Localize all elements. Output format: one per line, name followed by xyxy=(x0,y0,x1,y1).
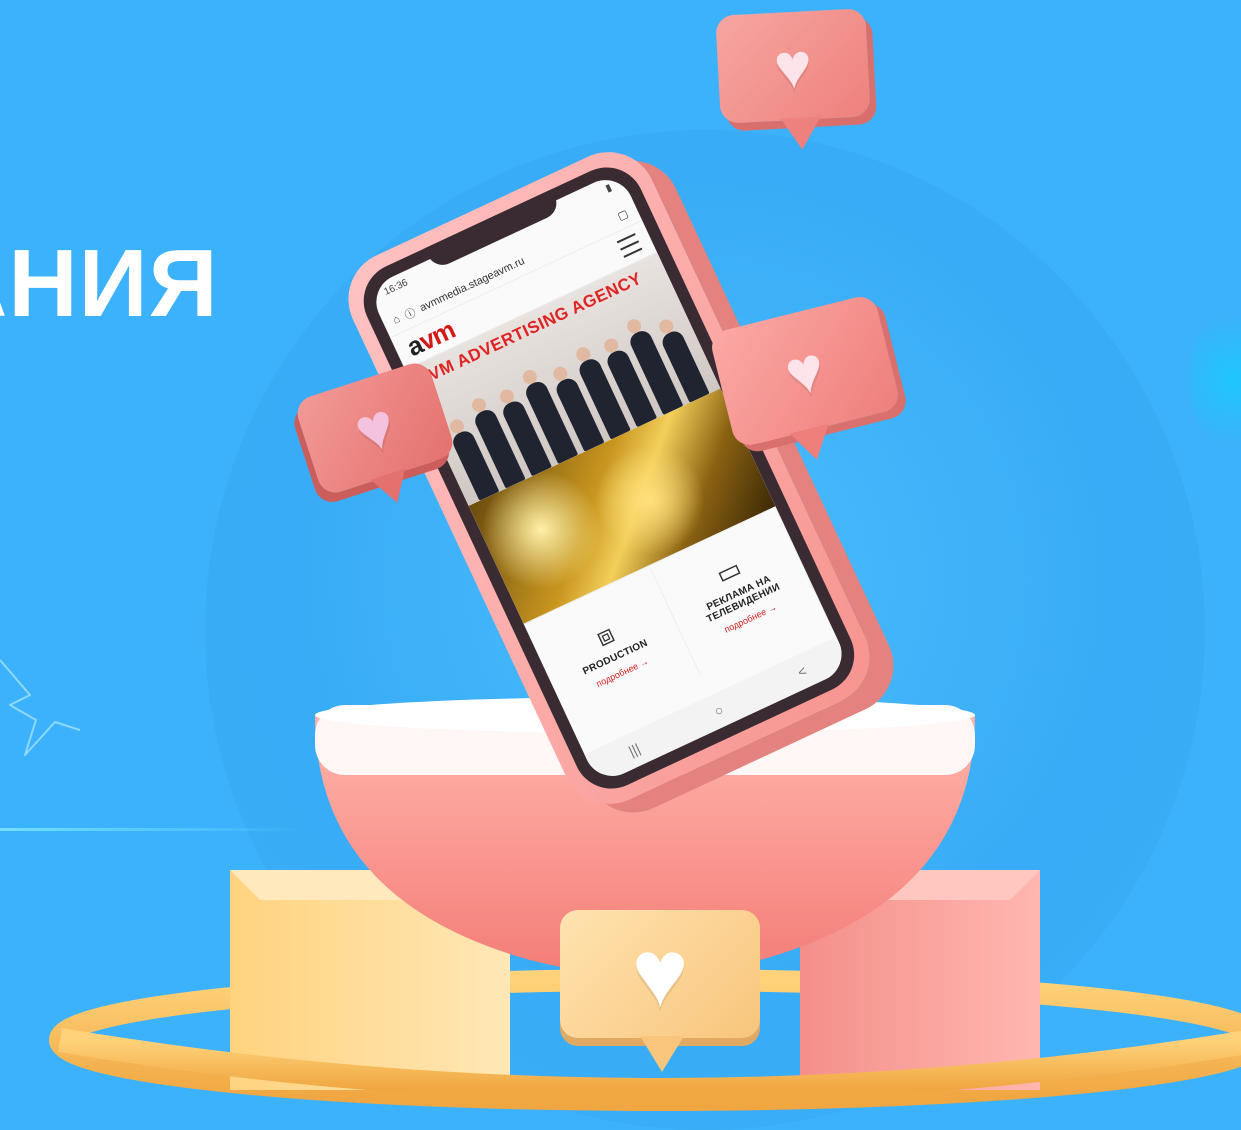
tv-icon: ▭ xyxy=(711,552,747,590)
back-button[interactable]: < xyxy=(795,663,809,681)
heart-icon: ♥ xyxy=(772,29,814,103)
battery-icon: ▮ xyxy=(603,182,614,195)
heart-icon: ♥ xyxy=(345,387,405,469)
recent-apps-button[interactable]: ||| xyxy=(626,740,643,759)
like-bubble-bottom: ♥ xyxy=(560,910,760,1072)
heart-icon: ♥ xyxy=(631,920,689,1027)
box-icon: ⧈ xyxy=(591,617,619,653)
like-bubble-top: ♥ xyxy=(715,8,871,151)
menu-icon[interactable] xyxy=(616,233,643,258)
info-icon: ⓘ xyxy=(402,306,418,323)
home-icon[interactable]: ⌂ xyxy=(391,313,402,327)
home-button[interactable]: ○ xyxy=(712,701,726,719)
heart-icon: ♥ xyxy=(777,331,833,411)
tabs-icon[interactable]: ▢ xyxy=(615,206,631,222)
